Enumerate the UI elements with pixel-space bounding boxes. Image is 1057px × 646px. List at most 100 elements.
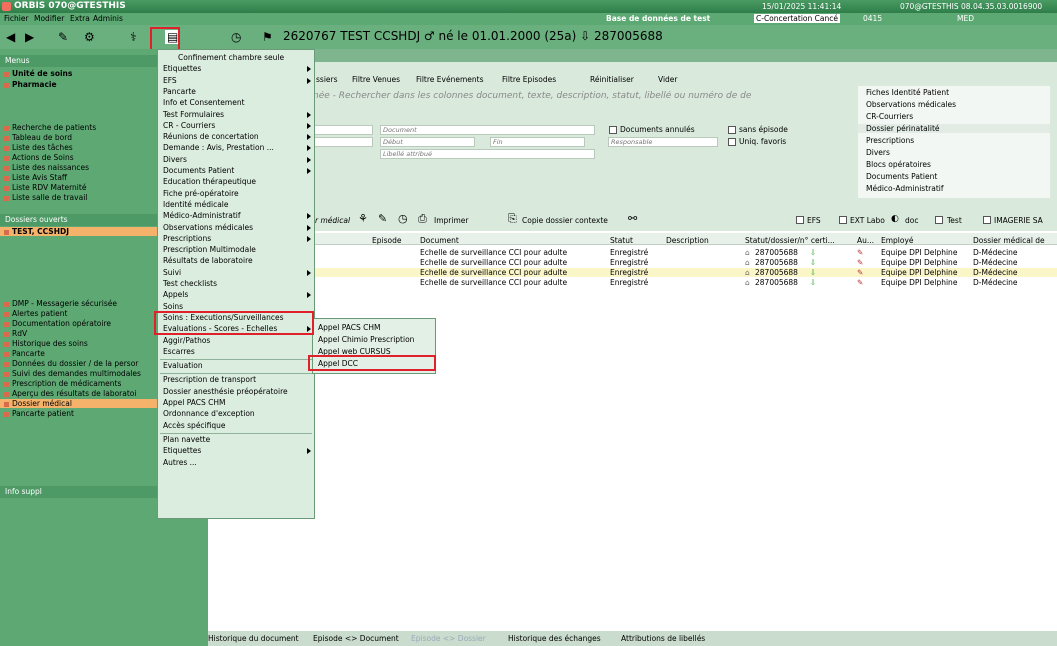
col-employe[interactable]: Employé (881, 236, 914, 245)
fin-field[interactable] (490, 137, 585, 147)
menu-adminis[interactable]: Adminis (93, 14, 123, 23)
category-item[interactable]: Observations médicales (866, 100, 956, 109)
col-description[interactable]: Description (666, 236, 709, 245)
menu-item[interactable]: Test Formulaires (163, 110, 224, 119)
category-item[interactable]: Dossier périnatalité (858, 124, 1050, 133)
menu-item[interactable]: Etiquettes (163, 446, 201, 455)
menu-item[interactable]: Info et Consentement (163, 98, 245, 107)
tab-filtre-evenements[interactable]: Filtre Evénements (416, 75, 483, 84)
tree-icon[interactable]: ⚘ (358, 212, 368, 225)
test-checkbox[interactable] (935, 216, 943, 224)
copy-button[interactable]: Copie dossier contexte (522, 216, 608, 225)
menu-item[interactable]: Appel PACS CHM (163, 398, 226, 407)
menu-item[interactable]: Aggir/Pathos (163, 336, 210, 345)
field-1[interactable] (313, 125, 373, 135)
menu-item[interactable]: EFS (163, 76, 177, 85)
tab-filtre-episodes[interactable]: Filtre Episodes (502, 75, 556, 84)
menu-item[interactable]: Prescription de transport (163, 375, 256, 384)
menu-item[interactable]: Documents Patient (163, 166, 234, 175)
doc-radio-icon[interactable]: ◐ (891, 214, 899, 224)
tool2-icon[interactable]: ⚙ (84, 30, 95, 44)
menu-item[interactable]: Fiche pré-opératoire (163, 189, 239, 198)
category-item[interactable]: Fiches Identité Patient (866, 88, 949, 97)
category-item[interactable]: Divers (866, 148, 890, 157)
menu-item[interactable]: Autres ... (163, 458, 197, 467)
menu-modifier[interactable]: Modifier (34, 14, 64, 23)
field-2[interactable] (313, 137, 373, 147)
libelle-field[interactable] (380, 149, 595, 159)
menu-item[interactable]: Confinement chambre seule (178, 53, 284, 62)
reset-button[interactable]: Réinitialiser (590, 75, 634, 84)
category-item[interactable]: CR-Courriers (866, 112, 913, 121)
menu-item[interactable]: Résultats de laboratoire (163, 256, 253, 265)
tab-episode-document[interactable]: Episode <> Document (313, 634, 399, 643)
submenu-item[interactable]: Appel Chimio Prescription (318, 335, 414, 344)
menu-item[interactable]: Accès spécifique (163, 421, 226, 430)
menu-fichier[interactable]: Fichier (4, 14, 29, 23)
print-icon[interactable]: ⎙ (418, 212, 427, 226)
left-item[interactable]: RdV (4, 329, 27, 338)
submenu-item[interactable]: Appel PACS CHM (318, 323, 381, 332)
nav-item[interactable]: Recherche de patients (4, 123, 96, 132)
debut-field[interactable] (380, 137, 475, 147)
forward-icon[interactable]: ▶ (25, 30, 34, 44)
edit-icon[interactable]: ✎ (378, 212, 387, 225)
search-input[interactable]: née - Rechercher dans les colonnes docum… (313, 91, 833, 101)
left-item[interactable]: Suivi des demandes multimodales (4, 369, 141, 378)
clear-button[interactable]: Vider (658, 75, 678, 84)
tab-episode-dossier[interactable]: Episode <> Dossier (411, 634, 486, 643)
back-icon[interactable]: ◀ (6, 30, 15, 44)
left-item[interactable]: Aperçu des résultats de laboratoi (4, 389, 136, 398)
menu-item[interactable]: Soins (163, 302, 183, 311)
col-document[interactable]: Document (420, 236, 459, 245)
menu-item[interactable]: Appels (163, 290, 188, 299)
efs-checkbox[interactable] (796, 216, 804, 224)
menu-item[interactable]: Divers (163, 155, 187, 164)
left-item[interactable]: Dossier médical (0, 399, 157, 408)
tab-attributions[interactable]: Attributions de libellés (621, 634, 705, 643)
tab-filtre-venues[interactable]: Filtre Venues (352, 75, 400, 84)
menu-item[interactable]: Pancarte (163, 87, 196, 96)
menu-item[interactable]: Test checklists (163, 279, 217, 288)
menu-item[interactable]: Médico-Administratif (163, 211, 241, 220)
menu-item[interactable]: Suivi (163, 268, 181, 277)
flag-icon[interactable]: ⚑ (262, 30, 273, 44)
menu-item[interactable]: Escarres (163, 347, 195, 356)
left-item[interactable]: Données du dossier / de la persor (4, 359, 138, 368)
nav-item[interactable]: Tableau de bord (4, 133, 72, 142)
menu-item[interactable]: Dossier anesthésie préopératoire (163, 387, 288, 396)
table-row[interactable]: Echelle de surveillance CCI pour adulte E… (310, 278, 1057, 287)
table-row[interactable]: Echelle de surveillance CCI pour adulte E… (310, 248, 1057, 257)
table-row[interactable]: Echelle de surveillance CCI pour adulte E… (310, 258, 1057, 267)
tool-icon[interactable]: ✎ (58, 30, 68, 44)
col-dossier-medical[interactable]: Dossier médical de (973, 236, 1045, 245)
nav-item[interactable]: Liste Avis Staff (4, 173, 67, 182)
link-icon[interactable]: ⚯ (628, 212, 637, 225)
menu-item[interactable]: Demande : Avis, Prestation ... (163, 143, 274, 152)
category-item[interactable]: Blocs opératoires (866, 160, 931, 169)
nav-item[interactable]: Liste des naissances (4, 163, 89, 172)
left-item[interactable]: Alertes patient (4, 309, 67, 318)
menu-item[interactable]: Observations médicales (163, 223, 253, 232)
col-episode[interactable]: Episode (372, 236, 401, 245)
context-select[interactable]: C-Concertation Cancé (754, 14, 840, 23)
tab-historique-echanges[interactable]: Historique des échanges (508, 634, 601, 643)
copy-icon[interactable]: ⎘ (508, 212, 517, 226)
menu-item[interactable]: CR - Courriers (163, 121, 215, 130)
nav-item[interactable]: Liste RDV Maternité (4, 183, 86, 192)
uniq-favoris-checkbox[interactable] (728, 138, 736, 146)
responsable-field[interactable] (608, 137, 718, 147)
nav-item[interactable]: Liste des tâches (4, 143, 73, 152)
category-item[interactable]: Documents Patient (866, 172, 937, 181)
left-item[interactable]: Pancarte patient (4, 409, 74, 418)
sans-episode-checkbox[interactable] (728, 126, 736, 134)
nav-item[interactable]: Actions de Soins (4, 153, 74, 162)
menu-item[interactable]: Plan navette (163, 435, 210, 444)
menu-item[interactable]: Ordonnance d'exception (163, 409, 255, 418)
col-statut[interactable]: Statut (610, 236, 633, 245)
document-field[interactable] (380, 125, 595, 135)
left-item[interactable]: Historique des soins (4, 339, 88, 348)
menu-item[interactable]: Réunions de concertation (163, 132, 259, 141)
left-item[interactable]: Pancarte (4, 349, 45, 358)
category-item[interactable]: Médico-Administratif (866, 184, 944, 193)
